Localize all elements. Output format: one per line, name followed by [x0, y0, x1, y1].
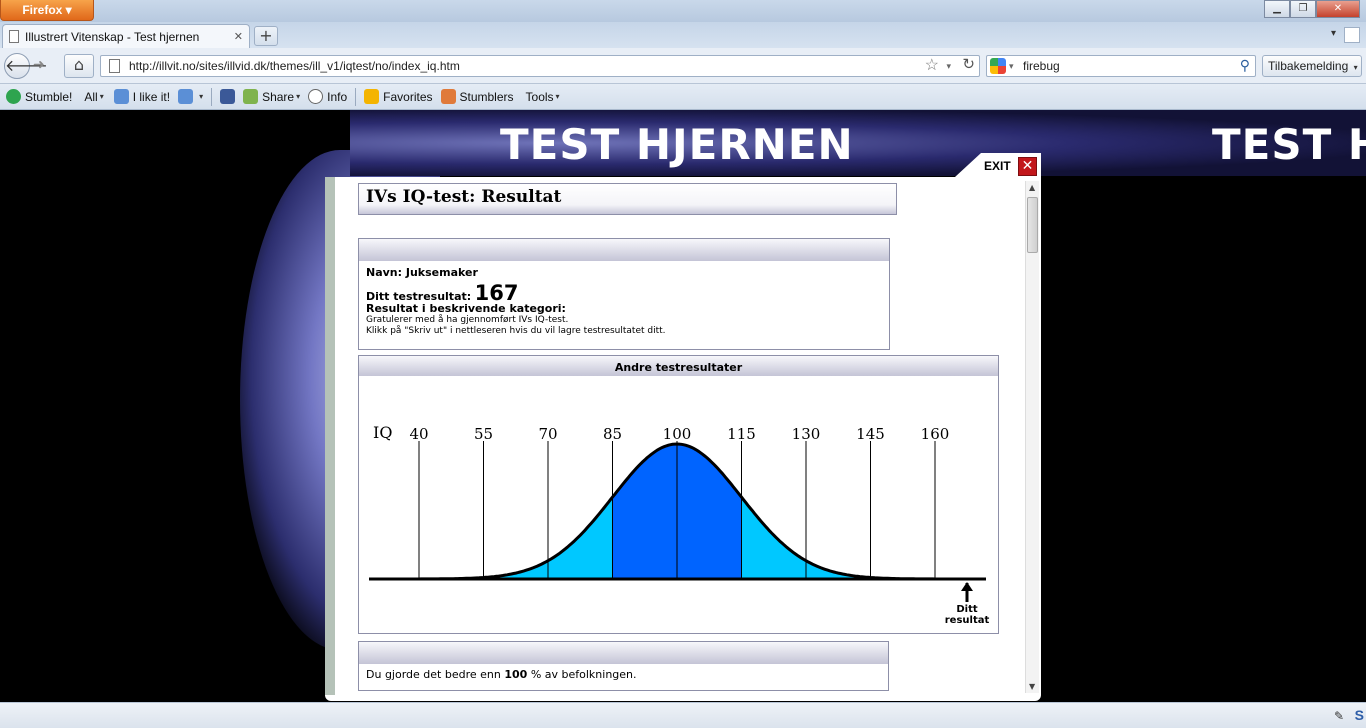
all-dropdown[interactable]: All ▾ [84, 90, 103, 104]
category-label: Resultat i beskrivende kategori: [366, 302, 566, 315]
bookmark-star-icon[interactable]: ☆ [925, 56, 939, 76]
thumbs-down-icon [178, 89, 194, 104]
close-icon[interactable]: ✕ [1316, 0, 1360, 18]
chart-tick-label-160: 160 [921, 425, 950, 443]
page-icon [109, 59, 120, 73]
name-label: Navn: Juksemaker [366, 266, 478, 279]
box-header [359, 642, 888, 664]
box-header [359, 239, 889, 261]
chart-tick-label-145: 145 [856, 425, 885, 443]
status-bar: ✎ S [0, 702, 1366, 728]
print-hint: Klikk på "Skriv ut" i nettleseren hvis d… [366, 326, 666, 336]
chart-marker-arrow [961, 582, 973, 591]
chart-tick-label-55: 55 [474, 425, 493, 443]
banner-title: TEST HJERNEN [500, 120, 854, 169]
chart-band-3 [677, 444, 742, 579]
chart-tick-label-115: 115 [727, 425, 756, 443]
forward-button[interactable]: ➜ [33, 57, 45, 73]
share-icon [243, 89, 259, 104]
page-content: TEST HJERNEN TEST HJERNEN EXIT ✕ IVs IQ-… [0, 110, 1366, 702]
result-popup: IVs IQ-test: Resultat Navn: Juksemaker D… [325, 177, 1041, 701]
tab-close-icon[interactable]: ✕ [234, 30, 243, 43]
search-input[interactable]: ▾ firebug ⚲ [986, 55, 1256, 77]
url-bar[interactable]: http://illvit.no/sites/illvid.dk/themes/… [100, 55, 980, 77]
tab-title: Illustrert Vitenskap - Test hjernen [25, 29, 200, 44]
history-dropdown-icon[interactable]: ▾ [946, 56, 951, 76]
search-engine-dropdown-icon[interactable]: ▾ [1009, 56, 1014, 76]
chart-tick-label-130: 130 [792, 425, 821, 443]
stumblers-button[interactable]: Stumblers [440, 89, 514, 104]
iq-distribution-chart: IQ 40 55 70 85 100 115 130 145 160 Dittresultat [369, 423, 990, 626]
percentile-text: Du gjorde det bedre enn 100 % av befolkn… [366, 668, 637, 681]
search-query: firebug [1023, 59, 1060, 73]
iq-chart-box: Andre testresultater IQ 40 55 70 85 100 115 130… [358, 355, 999, 634]
addon-icon[interactable]: ✎ [1334, 709, 1344, 723]
tab-groups-icon[interactable] [1344, 27, 1360, 43]
like-button[interactable]: I like it! [113, 89, 170, 104]
favorites-button[interactable]: Favorites [364, 89, 433, 104]
stumble-button[interactable]: Stumble! [6, 89, 72, 104]
google-icon[interactable] [990, 58, 1006, 74]
vertical-scrollbar[interactable]: ▲ ▼ [1025, 181, 1039, 693]
scroll-down-icon[interactable]: ▼ [1029, 682, 1035, 691]
stumbleupon-icon [6, 89, 21, 104]
tab-active[interactable]: Illustrert Vitenskap - Test hjernen ✕ [2, 24, 250, 48]
scrollbar-thumb[interactable] [1027, 197, 1038, 253]
dislike-button[interactable]: ▾ [178, 89, 203, 104]
page-icon [9, 30, 19, 43]
firefox-menu-button[interactable]: Firefox ▾ [0, 0, 94, 21]
facebook-button[interactable] [220, 89, 239, 104]
search-icon[interactable]: ⚲ [1240, 55, 1250, 75]
navigation-bar: 🡐 ➜ ⌂ http://illvit.no/sites/illvid.dk/t… [0, 48, 1366, 84]
maximize-icon[interactable]: ❐ [1290, 0, 1316, 18]
tab-list-icon[interactable]: ▾ [1331, 28, 1336, 39]
speech-bubble-icon [308, 89, 324, 104]
users-icon [440, 89, 456, 104]
congrats-text: Gratulerer med å ha gjennomført IVs IQ-t… [366, 315, 569, 325]
scroll-up-icon[interactable]: ▲ [1029, 183, 1035, 192]
chart-tick-label-85: 85 [603, 425, 622, 443]
popup-left-border [325, 177, 335, 695]
chart-tick-label-100: 100 [663, 425, 692, 443]
facebook-icon [220, 89, 236, 104]
reload-icon[interactable]: ↻ [962, 55, 975, 75]
result-summary-box: Navn: Juksemaker Ditt testresultat: 167 … [358, 238, 890, 350]
stumbleupon-status-icon[interactable]: S [1355, 707, 1364, 723]
percentile-value: 100 [504, 668, 528, 681]
feedback-button[interactable]: Tilbakemelding ▾ [1262, 55, 1362, 77]
chart-header: Andre testresultater [359, 356, 998, 376]
tools-dropdown[interactable]: Tools ▾ [526, 90, 560, 104]
minimize-icon[interactable]: ▁ [1264, 0, 1290, 18]
stumbleupon-toolbar: Stumble! All ▾ I like it! ▾ Share ▾ Info F… [0, 84, 1366, 110]
window-controls: ▁ ❐ ✕ [1264, 0, 1360, 19]
chart-marker-label-2: resultat [945, 615, 990, 626]
percentile-box: Du gjorde det bedre enn 100 % av befolkn… [358, 641, 889, 691]
chart-ylabel: IQ [373, 423, 392, 442]
home-button[interactable]: ⌂ [64, 54, 94, 78]
chart-tick-label-70: 70 [538, 425, 557, 443]
toolbar-divider [211, 87, 213, 106]
new-tab-button[interactable]: + [254, 26, 278, 46]
share-button[interactable]: Share ▾ [243, 89, 300, 104]
result-title-box: IVs IQ-test: Resultat [358, 183, 897, 215]
banner-title-repeat: TEST HJERNEN [1212, 120, 1366, 169]
thumbs-up-icon [113, 89, 129, 104]
exit-label[interactable]: EXIT [984, 159, 1011, 173]
page-title: IVs IQ-test: Resultat [366, 187, 562, 207]
back-button[interactable]: 🡐 [4, 53, 48, 79]
exit-close-icon[interactable]: ✕ [1018, 157, 1037, 176]
star-icon [364, 89, 380, 104]
window-titlebar: Firefox ▾ ▁ ❐ ✕ [0, 0, 1366, 22]
toolbar-divider [355, 87, 357, 106]
chart-marker-label-1: Ditt [956, 604, 978, 615]
banner: TEST HJERNEN TEST HJERNEN [350, 110, 1366, 176]
chart-tick-label-40: 40 [409, 425, 428, 443]
info-button[interactable]: Info [308, 89, 347, 104]
chart-band-2 [612, 444, 677, 579]
tab-strip: Illustrert Vitenskap - Test hjernen ✕ + … [0, 22, 1366, 48]
url-text: http://illvit.no/sites/illvid.dk/themes/… [129, 59, 460, 73]
